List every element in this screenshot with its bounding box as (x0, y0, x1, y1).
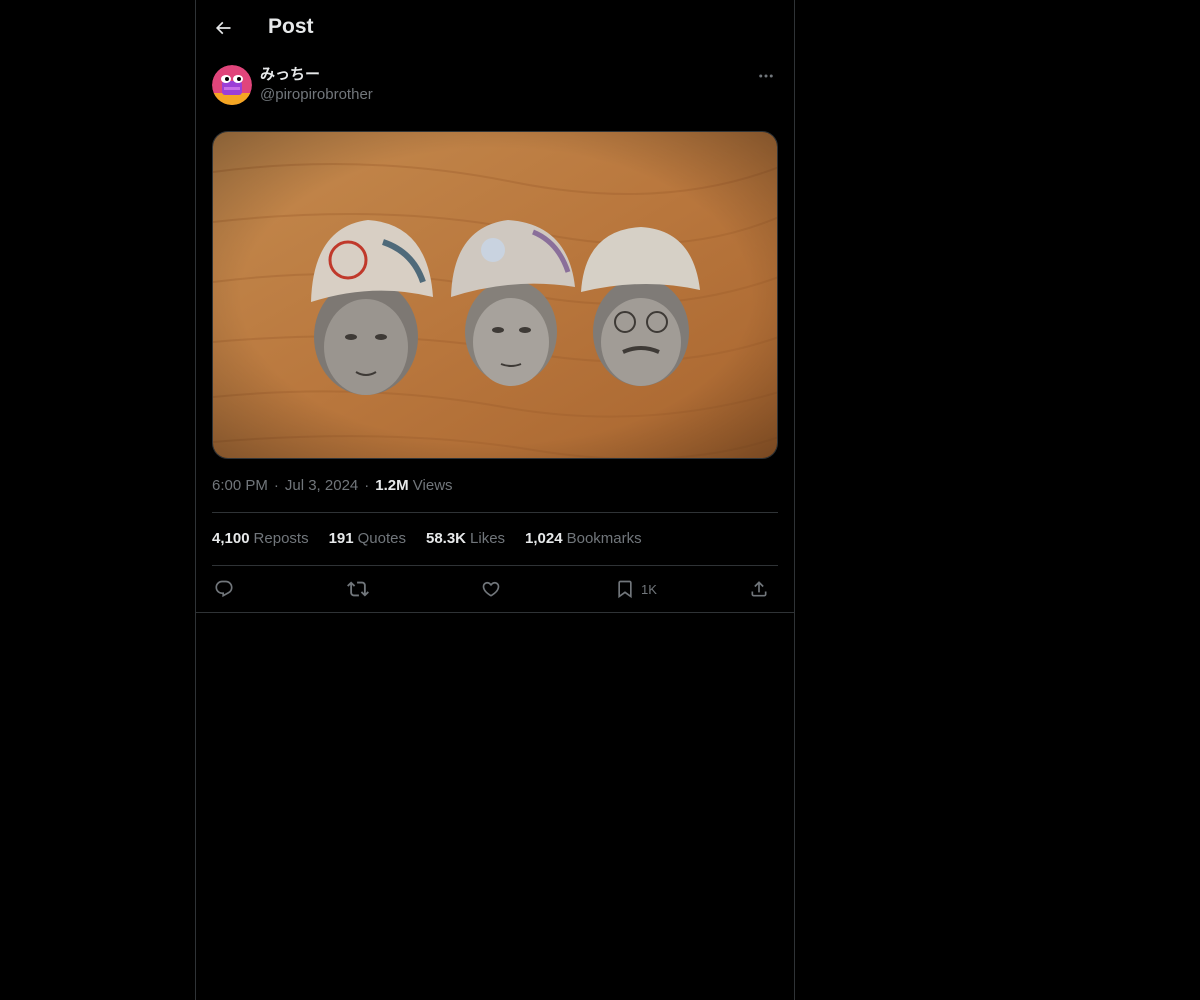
post-actions: 1K (212, 570, 778, 608)
avatar[interactable] (212, 65, 252, 105)
arrow-left-icon (215, 21, 231, 35)
reposts-stat[interactable]: 4,100 Reposts (212, 529, 309, 549)
more-horizontal-icon (759, 74, 773, 78)
repost-button[interactable] (347, 570, 369, 608)
quotes-stat[interactable]: 191 Quotes (329, 529, 406, 549)
post-image[interactable] (212, 131, 778, 459)
reply-icon (215, 580, 233, 598)
likes-stat[interactable]: 58.3K Likes (426, 529, 505, 549)
like-button[interactable] (481, 570, 501, 608)
heart-icon (482, 581, 500, 597)
back-button[interactable] (206, 11, 240, 45)
share-button[interactable] (749, 570, 769, 608)
bookmarks-stat[interactable]: 1,024 Bookmarks (525, 529, 642, 549)
reply-button[interactable] (214, 570, 234, 608)
divider (196, 612, 794, 613)
engagement-stats: 4,100 Reposts 191 Quotes 58.3K Likes 1,024 B… (212, 529, 642, 549)
post-time[interactable]: 6:00 PM (212, 477, 268, 494)
post-metadata: 6:00 PM · Jul 3, 2024 · 1.2M Views (212, 477, 453, 494)
bookmark-button[interactable]: 1K (615, 570, 657, 608)
repost-icon (347, 581, 369, 597)
page-title: Post (268, 15, 314, 38)
post-date[interactable]: Jul 3, 2024 (285, 477, 358, 494)
user-handle[interactable]: @piropirobrother (260, 85, 373, 105)
views-count: 1.2M (375, 477, 409, 494)
bookmark-count: 1K (641, 581, 657, 597)
divider (212, 565, 778, 566)
primary-column: Post みっちー @piropirobrother 6:00 PM · Jul… (195, 0, 795, 1000)
post-author: みっちー @piropirobrother (212, 64, 778, 108)
divider (212, 512, 778, 513)
avatar-image (212, 65, 252, 105)
post-header: Post (196, 0, 794, 54)
display-name[interactable]: みっちー (260, 65, 320, 85)
bookmark-icon (618, 580, 632, 599)
more-options-button[interactable] (754, 64, 778, 88)
origami-banknote-faces-image (213, 132, 777, 458)
share-icon (751, 581, 767, 597)
views-label: Views (412, 477, 453, 494)
